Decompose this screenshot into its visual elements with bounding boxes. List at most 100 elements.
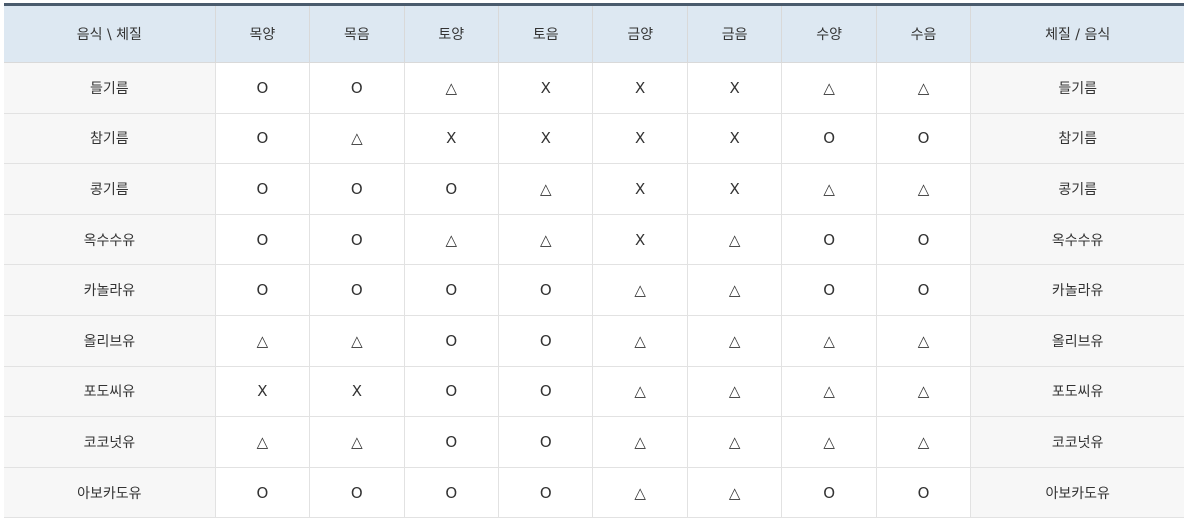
compatibility-mark-cell: O (404, 264, 500, 316)
food-name-cell-right: 콩기름 (970, 163, 1184, 215)
compatibility-mark-cell: △ (781, 315, 877, 367)
compatibility-mark-cell: X (215, 366, 311, 418)
compatibility-mark-cell: △ (215, 416, 311, 468)
compatibility-mark-cell: △ (592, 467, 688, 519)
compatibility-mark-cell: △ (404, 62, 500, 114)
compatibility-mark-cell: O (876, 214, 972, 266)
compatibility-mark-cell: △ (687, 366, 783, 418)
compatibility-mark-cell: O (309, 163, 405, 215)
compatibility-mark-cell: O (876, 467, 972, 519)
food-name-cell: 올리브유 (4, 315, 216, 367)
table-header: 음식 \ 체질 목양 목음 토양 토음 금양 금음 수양 수음 체질 / 음식 (4, 4, 1184, 63)
compatibility-mark-cell: O (876, 264, 972, 316)
compatibility-mark-cell: △ (309, 416, 405, 468)
header-constitution-6: 금음 (687, 4, 783, 63)
compatibility-mark-cell: △ (687, 467, 783, 519)
compatibility-mark-cell: △ (592, 315, 688, 367)
compatibility-mark-cell: △ (876, 315, 972, 367)
compatibility-mark-cell: △ (309, 113, 405, 165)
compatibility-mark-cell: O (498, 264, 594, 316)
compatibility-mark-cell: O (309, 264, 405, 316)
compatibility-mark-cell: O (309, 62, 405, 114)
compatibility-mark-cell: △ (498, 163, 594, 215)
compatibility-mark-cell: △ (687, 214, 783, 266)
header-constitution-5: 금양 (592, 4, 688, 63)
header-constitution-1: 목양 (215, 4, 311, 63)
compatibility-mark-cell: △ (309, 315, 405, 367)
food-name-cell: 참기름 (4, 113, 216, 165)
header-constitution-2: 목음 (309, 4, 405, 63)
table-row: 코코넛유 △ △ O O △ △ △ △ 코코넛유 (4, 416, 1184, 468)
food-name-cell: 포도씨유 (4, 366, 216, 418)
compatibility-mark-cell: O (215, 214, 311, 266)
table-body: 들기름 O O △ X X X △ △ 들기름 참기름 O △ X X X X O O 참기름 콩기름 O O O △ X X △ △ 콩… (4, 62, 1184, 519)
header-constitution-8: 수음 (876, 4, 972, 63)
compatibility-mark-cell: X (592, 113, 688, 165)
header-constitution-3: 토양 (404, 4, 500, 63)
compatibility-mark-cell: X (687, 62, 783, 114)
table-row: 들기름 O O △ X X X △ △ 들기름 (4, 62, 1184, 114)
food-name-cell-right: 참기름 (970, 113, 1184, 165)
compatibility-mark-cell: O (215, 163, 311, 215)
food-name-cell: 옥수수유 (4, 214, 216, 266)
compatibility-mark-cell: O (215, 467, 311, 519)
compatibility-mark-cell: △ (876, 62, 972, 114)
food-name-cell-right: 올리브유 (970, 315, 1184, 367)
header-constitution-4: 토음 (498, 4, 594, 63)
compatibility-mark-cell: O (404, 416, 500, 468)
compatibility-mark-cell: △ (781, 416, 877, 468)
compatibility-mark-cell: X (592, 163, 688, 215)
compatibility-mark-cell: O (498, 315, 594, 367)
compatibility-mark-cell: △ (781, 366, 877, 418)
food-name-cell-right: 들기름 (970, 62, 1184, 114)
table-row: 참기름 O △ X X X X O O 참기름 (4, 113, 1184, 165)
food-name-cell: 카놀라유 (4, 264, 216, 316)
food-name-cell: 아보카도유 (4, 467, 216, 519)
compatibility-mark-cell: △ (215, 315, 311, 367)
compatibility-mark-cell: O (781, 113, 877, 165)
compatibility-mark-cell: O (309, 467, 405, 519)
compatibility-mark-cell: X (687, 163, 783, 215)
compatibility-mark-cell: △ (876, 163, 972, 215)
compatibility-mark-cell: X (404, 113, 500, 165)
compatibility-mark-cell: △ (498, 214, 594, 266)
food-name-cell: 코코넛유 (4, 416, 216, 468)
compatibility-mark-cell: O (404, 366, 500, 418)
table-row: 콩기름 O O O △ X X △ △ 콩기름 (4, 163, 1184, 215)
compatibility-table-container: 음식 \ 체질 목양 목음 토양 토음 금양 금음 수양 수음 체질 / 음식 들기름 O O △ X X X… (4, 3, 1184, 519)
compatibility-mark-cell: O (876, 113, 972, 165)
compatibility-mark-cell: △ (781, 163, 877, 215)
food-name-cell-right: 옥수수유 (970, 214, 1184, 266)
compatibility-mark-cell: O (781, 264, 877, 316)
compatibility-mark-cell: △ (876, 416, 972, 468)
compatibility-mark-cell: O (781, 467, 877, 519)
compatibility-mark-cell: O (781, 214, 877, 266)
food-name-cell-right: 카놀라유 (970, 264, 1184, 316)
compatibility-mark-cell: O (498, 366, 594, 418)
table-row: 올리브유 △ △ O O △ △ △ △ 올리브유 (4, 315, 1184, 367)
compatibility-mark-cell: △ (687, 264, 783, 316)
compatibility-mark-cell: X (592, 214, 688, 266)
compatibility-mark-cell: X (687, 113, 783, 165)
compatibility-mark-cell: X (309, 366, 405, 418)
food-name-cell: 들기름 (4, 62, 216, 114)
compatibility-mark-cell: O (498, 467, 594, 519)
compatibility-mark-cell: O (215, 62, 311, 114)
food-constitution-table: 음식 \ 체질 목양 목음 토양 토음 금양 금음 수양 수음 체질 / 음식 들기름 O O △ X X X… (4, 3, 1184, 519)
compatibility-mark-cell: △ (781, 62, 877, 114)
food-name-cell-right: 아보카도유 (970, 467, 1184, 519)
compatibility-mark-cell: O (309, 214, 405, 266)
compatibility-mark-cell: X (592, 62, 688, 114)
food-name-cell: 콩기름 (4, 163, 216, 215)
header-food-by-constitution: 음식 \ 체질 (4, 4, 216, 63)
compatibility-mark-cell: △ (687, 416, 783, 468)
table-row: 옥수수유 O O △ △ X △ O O 옥수수유 (4, 214, 1184, 266)
compatibility-mark-cell: O (404, 467, 500, 519)
compatibility-mark-cell: O (498, 416, 594, 468)
table-row: 카놀라유 O O O O △ △ O O 카놀라유 (4, 264, 1184, 316)
compatibility-mark-cell: △ (592, 416, 688, 468)
compatibility-mark-cell: X (498, 113, 594, 165)
compatibility-mark-cell: O (215, 264, 311, 316)
compatibility-mark-cell: O (404, 315, 500, 367)
compatibility-mark-cell: △ (592, 366, 688, 418)
